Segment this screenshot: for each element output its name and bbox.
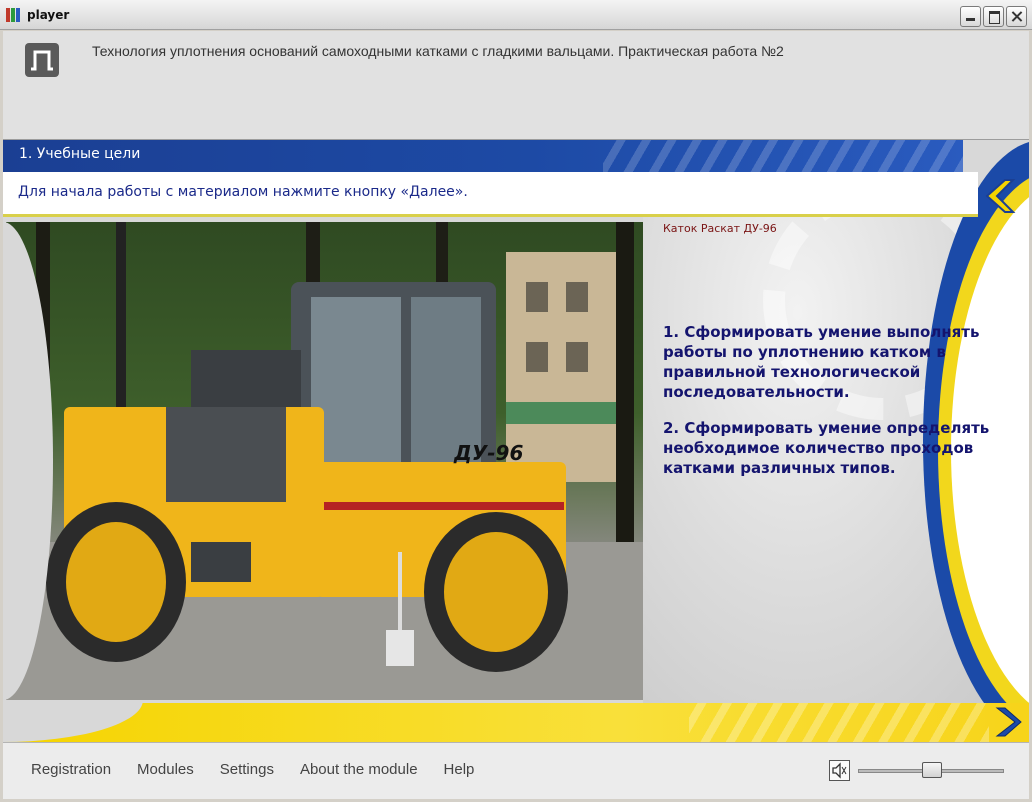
maximize-button[interactable] [983,6,1004,27]
next-button[interactable] [991,706,1023,738]
footer-menu: Registration Modules Settings About the … [31,761,474,778]
goal-item: 1. Сформировать умение выполнять работы … [663,323,980,401]
speaker-icon[interactable] [829,760,850,781]
slide-content: 1. Учебные цели Для начала работы с мате… [3,140,1029,742]
volume-slider-thumb[interactable] [922,762,942,778]
goal-item: 2. Сформировать умение определять необхо… [663,419,990,477]
logo-icon [25,43,59,77]
section-title: 1. Учебные цели [19,146,141,162]
close-button[interactable] [1006,6,1027,27]
learning-goals: 1. Сформировать умение выполнять работы … [663,322,993,494]
volume-slider[interactable] [858,762,1004,778]
course-header: Технология уплотнения оснований самоходн… [3,31,1029,140]
window-titlebar: player [0,0,1032,30]
photo-caption: Каток Раскат ДУ-96 [663,222,777,235]
chevron-left-icon [985,179,1016,213]
menu-about-module[interactable]: About the module [300,761,418,778]
roller-photo: ДУ-96 [6,222,643,700]
instruction-text: Для начала работы с материалом нажмите к… [18,184,468,200]
footer-bar: Registration Modules Settings About the … [3,742,1029,799]
menu-help[interactable]: Help [444,761,475,778]
chevron-right-icon [995,707,1022,737]
menu-settings[interactable]: Settings [220,761,274,778]
minimize-button[interactable] [960,6,981,27]
section-title-bar: 1. Учебные цели [3,140,963,172]
app-bars-icon [6,8,22,22]
machine-label: ДУ-96 [453,441,523,465]
menu-registration[interactable]: Registration [31,761,111,778]
window-title: player [27,8,70,22]
instruction-banner: Для начала работы с материалом нажмите к… [3,172,978,217]
bottom-yellow-bar [3,703,1029,742]
back-button[interactable] [975,176,1017,216]
course-title: Технология уплотнения оснований самоходн… [92,43,784,59]
menu-modules[interactable]: Modules [137,761,194,778]
